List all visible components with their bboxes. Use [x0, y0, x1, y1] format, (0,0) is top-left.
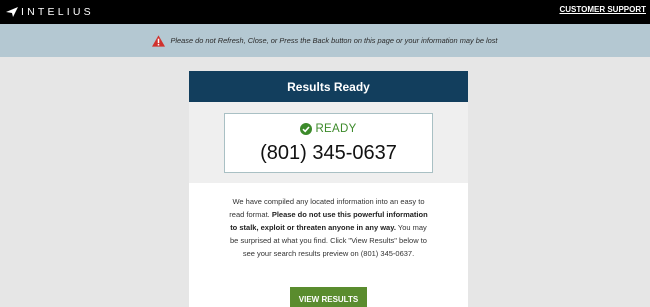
- warning-banner: Please do not Refresh, Close, or Press t…: [0, 24, 650, 57]
- intelius-logo[interactable]: INTELIUS: [6, 4, 94, 20]
- warning-triangle-icon: [152, 34, 166, 47]
- customer-support-link[interactable]: CUSTOMER SUPPORT: [559, 5, 646, 14]
- results-card: Results Ready READY (801) 345-0637 We ha…: [189, 71, 468, 307]
- view-results-button[interactable]: VIEW RESULTS: [290, 287, 367, 307]
- logo-mark-icon: [6, 7, 18, 17]
- logo-text: INTELIUS: [21, 6, 94, 18]
- ready-status: READY: [225, 123, 432, 135]
- results-description: We have compiled any located information…: [225, 195, 432, 260]
- check-circle-icon: [300, 123, 313, 135]
- top-header: INTELIUS CUSTOMER SUPPORT: [0, 0, 650, 24]
- phone-number: (801) 345-0637: [260, 142, 397, 164]
- status-area: READY (801) 345-0637: [189, 102, 468, 183]
- results-title: Results Ready: [189, 71, 468, 102]
- status-box: READY (801) 345-0637: [224, 113, 433, 173]
- ready-label: READY: [315, 123, 357, 135]
- warning-message: Please do not Refresh, Close, or Press t…: [170, 36, 498, 45]
